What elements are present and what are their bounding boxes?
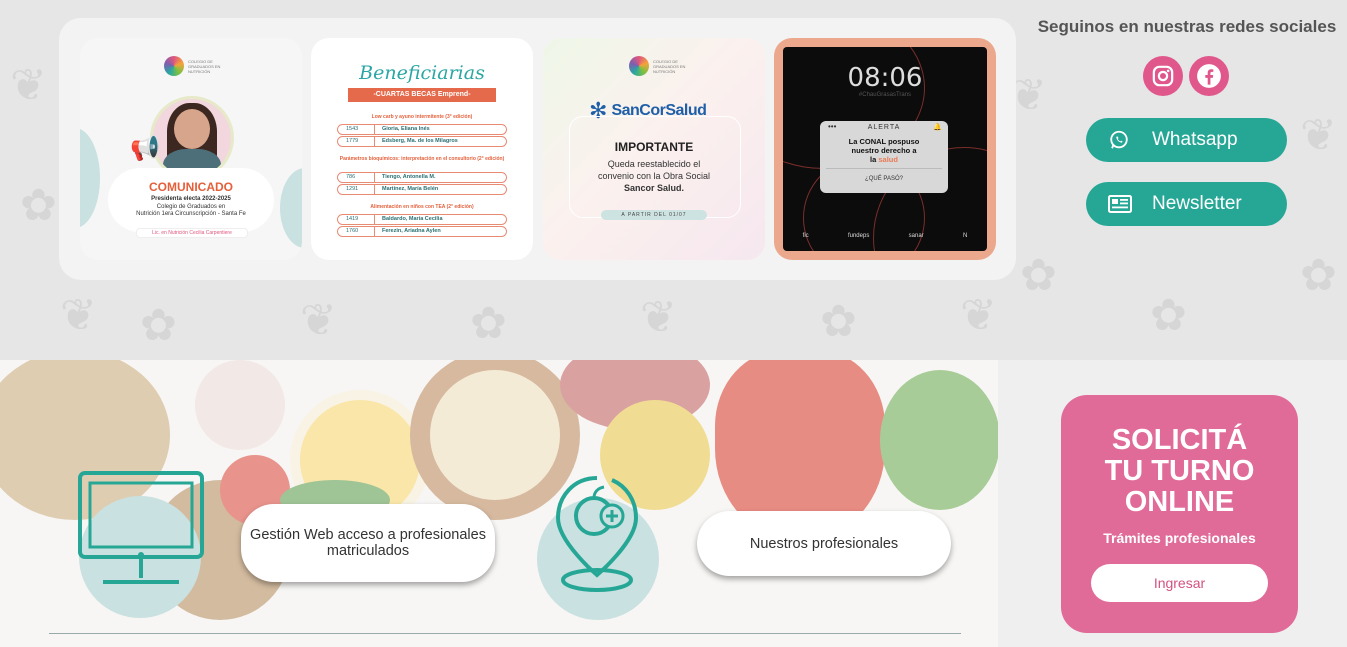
newspaper-icon <box>1108 193 1132 221</box>
facebook-icon[interactable] <box>1189 56 1229 96</box>
flower-logo-icon <box>629 56 649 76</box>
post-line: Presidenta electa 2022-2025 <box>151 196 231 202</box>
alert-question: ¿QUÉ PASÓ? <box>865 176 903 182</box>
post-title: Beneficiarias <box>359 62 485 84</box>
logo-text: COLEGIO DE GRADUADOS EN NUTRICIÓN <box>653 58 686 74</box>
table-row: 1779 Edsberg, Ma. de los Milagros <box>337 136 507 147</box>
logo-text: COLEGIO DE GRADUADOS EN NUTRICIÓN <box>188 58 221 74</box>
newsletter-label: Newsletter <box>1152 193 1242 214</box>
link-text: matriculados <box>326 543 410 559</box>
whatsapp-icon <box>1108 129 1130 157</box>
whatsapp-label: Whatsapp <box>1152 129 1238 150</box>
colegio-logo: COLEGIO DE GRADUADOS EN NUTRICIÓN <box>164 56 222 76</box>
gestion-web-link[interactable]: Gestión Web acceso a profesionales matric… <box>241 504 495 582</box>
computer-monitor-icon[interactable] <box>77 470 205 595</box>
cta-title: SOLICITÁ TU TURNO ONLINE <box>1104 424 1255 518</box>
post-footer: Lic. en Nutrición Cecilia Carpentiere <box>136 228 248 238</box>
social-title: Seguinos en nuestras redes sociales <box>1037 17 1337 36</box>
alert-card: ••• ALERTA 🔔 La CONAL pospuso nuestro de… <box>820 121 948 193</box>
table-row: 1419 Baldardo, María Cecilia <box>337 214 507 225</box>
date-pill: A PARTIR DEL 01/07 <box>601 210 707 220</box>
post-line: convenio con la Obra Social <box>597 171 711 181</box>
post-tag: -CUARTAS BECAS Emprend- <box>348 88 496 102</box>
nuestros-profesionales-link[interactable]: Nuestros profesionales <box>697 511 951 576</box>
post-line: Sancor Salud. <box>623 183 685 193</box>
post-heading: IMPORTANTE <box>614 140 694 154</box>
post-line: Colegio de Graduados en <box>156 204 226 210</box>
table-row: 1760 Ferezin, Ariadna Aylen <box>337 226 507 237</box>
instagram-post-comunicado[interactable]: COLEGIO DE GRADUADOS EN NUTRICIÓN 📢 COMU… <box>80 38 302 260</box>
sponsor-logos: fic fundeps sanar N <box>802 233 968 239</box>
instagram-icon[interactable] <box>1143 56 1183 96</box>
link-text: Gestión Web acceso a profesionales <box>250 527 486 543</box>
hashtag: #ChauGrasasTrans <box>858 92 912 98</box>
location-apple-icon[interactable] <box>552 470 642 600</box>
clock-time: 08:06 <box>847 63 923 93</box>
section-title: Alimentación en niños con TEA (2° edició… <box>370 204 474 210</box>
flower-logo-icon <box>164 56 184 76</box>
post-line: Nutrición 1era Circunscripción - Santa F… <box>136 211 246 217</box>
megaphone-icon: 📢 <box>130 135 160 162</box>
section-title: Low carb y ayuno intermitente (3° edició… <box>371 114 473 120</box>
newsletter-button[interactable]: Newsletter <box>1086 182 1287 226</box>
turno-online-card: SOLICITÁ TU TURNO ONLINE Trámites profes… <box>1061 395 1298 633</box>
whatsapp-button[interactable]: Whatsapp <box>1086 118 1287 162</box>
phone-screen: 08:06 #ChauGrasasTrans ••• ALERTA 🔔 La C… <box>783 47 987 251</box>
alert-body: La CONAL pospuso nuestro derecho a la sa… <box>848 137 920 164</box>
post-line: Queda reestablecido el <box>607 159 701 169</box>
alert-title: ALERTA <box>867 124 901 131</box>
top-section: ❦ ❦ ✿ ✿ ❦ ❦ ✿ ✿ ❦ ✿ ❦ ✿ ❦ ✿ COLEGIO DE GRADUADO… <box>0 0 1347 360</box>
divider <box>49 633 961 634</box>
section-title: Parámetros bioquímicos: interpretación e… <box>339 156 505 162</box>
instagram-post-sancor[interactable]: COLEGIO DE GRADUADOS EN NUTRICIÓN ✻ SanC… <box>543 38 765 260</box>
ingresar-button[interactable]: Ingresar <box>1091 564 1268 602</box>
post-heading: COMUNICADO <box>149 180 233 194</box>
table-row: 1543 Gioria, Eliana Inés <box>337 124 507 135</box>
instagram-post-alerta[interactable]: 08:06 #ChauGrasasTrans ••• ALERTA 🔔 La C… <box>774 38 996 260</box>
table-row: 1291 Martínez, María Belén <box>337 184 507 195</box>
instagram-post-beneficiarias[interactable]: Beneficiarias -CUARTAS BECAS Emprend- Lo… <box>311 38 533 260</box>
cta-subtitle: Trámites profesionales <box>1103 530 1256 546</box>
colegio-logo: COLEGIO DE GRADUADOS EN NUTRICIÓN <box>629 56 687 76</box>
table-row: 786 Tiengo, Antonella M. <box>337 172 507 183</box>
link-text: Nuestros profesionales <box>749 535 899 552</box>
bell-icon: 🔔 <box>933 124 942 131</box>
